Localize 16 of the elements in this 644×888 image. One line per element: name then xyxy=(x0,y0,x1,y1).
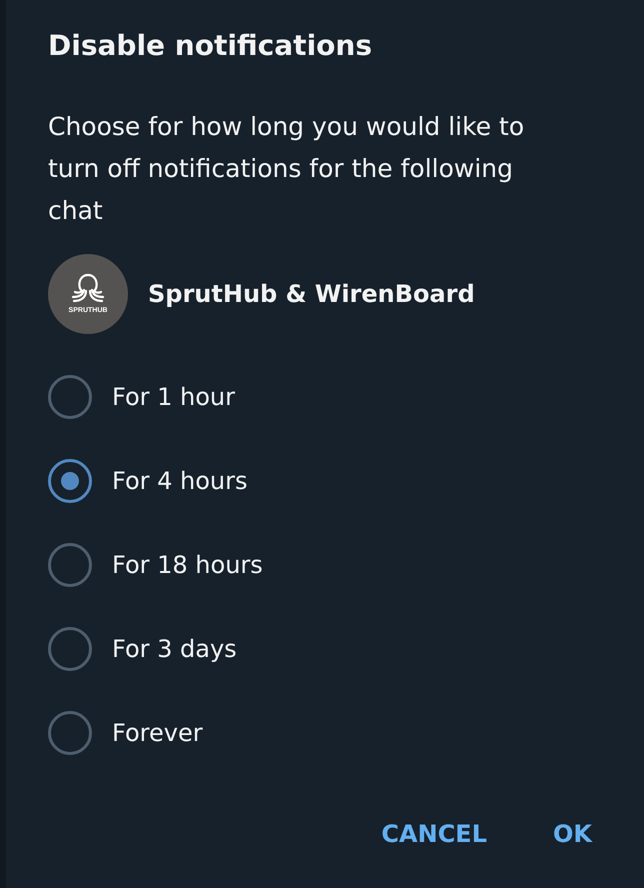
radio-button[interactable] xyxy=(48,375,92,419)
ok-button[interactable]: OK xyxy=(551,818,594,850)
cancel-button[interactable]: CANCEL xyxy=(379,818,489,850)
dialog-description: Choose for how long you would like to turn off notifications for the following chat xyxy=(48,111,526,227)
radio-button[interactable] xyxy=(48,711,92,755)
radio-button[interactable] xyxy=(48,459,92,503)
option-label[interactable]: For 18 hours xyxy=(112,549,263,581)
option-label[interactable]: For 4 hours xyxy=(112,465,248,497)
chat-name: SprutHub & WirenBoard xyxy=(148,279,475,310)
radio-button[interactable] xyxy=(48,543,92,587)
option-label[interactable]: For 1 hour xyxy=(112,381,235,413)
dialog-title: Disable notifications xyxy=(48,28,372,64)
radio-button[interactable] xyxy=(48,627,92,671)
option-label[interactable]: Forever xyxy=(112,717,203,749)
option-label[interactable]: For 3 days xyxy=(112,633,237,665)
octopus-icon xyxy=(71,272,105,302)
